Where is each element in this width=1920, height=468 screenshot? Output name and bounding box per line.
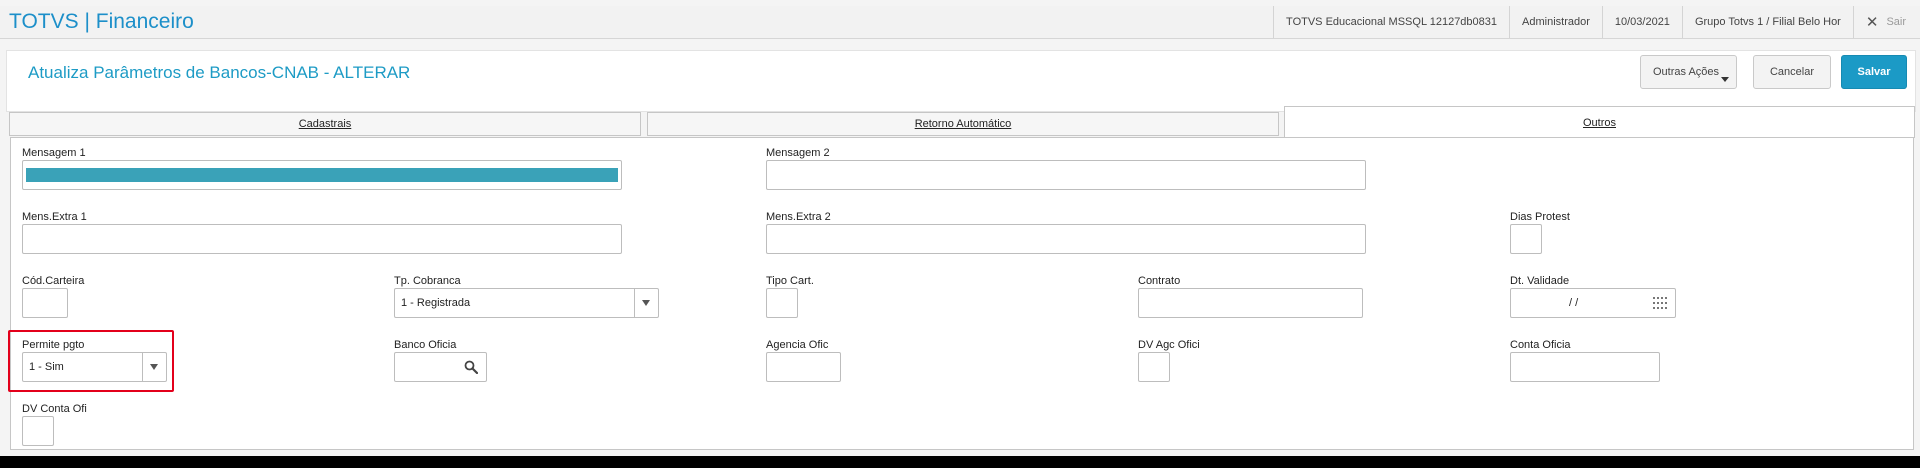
chevron-down-icon[interactable] xyxy=(634,289,658,317)
tp-cobranca-value: 1 - Registrada xyxy=(401,297,471,309)
search-icon[interactable] xyxy=(464,360,478,374)
highlight-box xyxy=(8,330,174,392)
banco-oficia-input[interactable] xyxy=(394,352,487,382)
dias-protest-input[interactable] xyxy=(1510,224,1542,254)
dv-conta-ofi-label: DV Conta Ofi xyxy=(22,403,87,415)
dv-agc-ofici-label: DV Agc Ofici xyxy=(1138,339,1200,351)
tp-cobranca-select[interactable]: 1 - Registrada xyxy=(394,288,659,318)
page-title: Atualiza Parâmetros de Bancos-CNAB - ALT… xyxy=(28,63,411,82)
tab-cadastrais[interactable]: Cadastrais xyxy=(9,112,641,136)
tab-retorno-automatico[interactable]: Retorno Automático xyxy=(647,112,1279,136)
mensagem2-label: Mensagem 2 xyxy=(766,147,830,159)
cod-carteira-label: Cód.Carteira xyxy=(22,275,85,287)
mensagem1-label: Mensagem 1 xyxy=(22,147,86,159)
dt-validade-label: Dt. Validade xyxy=(1510,275,1570,287)
mens-extra1-label: Mens.Extra 1 xyxy=(22,211,87,223)
conta-oficia-label: Conta Oficia xyxy=(1510,339,1571,351)
more-actions-label: Outras Ações xyxy=(1653,66,1720,78)
mens-extra1-input[interactable] xyxy=(22,224,622,254)
branch-label[interactable]: Grupo Totvs 1 / Filial Belo Hor xyxy=(1681,6,1853,38)
mensagem1-input[interactable] xyxy=(22,160,622,190)
dias-protest-label: Dias Protest xyxy=(1510,211,1570,223)
app-brand: TOTVS | Financeiro xyxy=(9,10,194,33)
environment-label: TOTVS Educacional MSSQL 12127db0831 xyxy=(1273,6,1509,38)
calendar-icon[interactable] xyxy=(1653,297,1667,309)
exit-button[interactable]: ✕ Sair xyxy=(1852,6,1920,38)
agencia-ofic-label: Agencia Ofic xyxy=(766,339,829,351)
date-label: 10/03/2021 xyxy=(1601,6,1682,38)
contrato-label: Contrato xyxy=(1138,275,1181,287)
text-selection xyxy=(26,168,618,182)
dt-validade-value: / / xyxy=(1569,297,1579,309)
user-label: Administrador xyxy=(1509,6,1602,38)
mensagem2-input[interactable] xyxy=(766,160,1366,190)
top-bar: TOTVS | Financeiro TOTVS Educacional MSS… xyxy=(0,6,1920,39)
session-info: TOTVS Educacional MSSQL 12127db0831 Admi… xyxy=(1273,6,1920,38)
banco-oficia-label: Banco Oficia xyxy=(394,339,457,351)
app-window: TOTVS | Financeiro TOTVS Educacional MSS… xyxy=(0,0,1920,456)
tipo-cart-input[interactable] xyxy=(766,288,798,318)
dt-validade-input[interactable]: / / xyxy=(1510,288,1676,318)
tp-cobranca-label: Tp. Cobranca xyxy=(394,275,461,287)
agencia-ofic-input[interactable] xyxy=(766,352,841,382)
caret-down-icon xyxy=(1721,77,1729,82)
conta-oficia-input[interactable] xyxy=(1510,352,1660,382)
more-actions-button[interactable]: Outras Ações xyxy=(1640,55,1737,89)
save-button[interactable]: Salvar xyxy=(1841,55,1907,89)
mens-extra2-label: Mens.Extra 2 xyxy=(766,211,831,223)
cancel-button[interactable]: Cancelar xyxy=(1753,55,1831,89)
close-icon: ✕ xyxy=(1865,14,1879,31)
dv-conta-ofi-input[interactable] xyxy=(22,416,54,446)
page-header: Atualiza Parâmetros de Bancos-CNAB - ALT… xyxy=(6,50,1916,112)
contrato-input[interactable] xyxy=(1138,288,1363,318)
tab-outros[interactable]: Outros xyxy=(1284,106,1915,138)
exit-label: Sair xyxy=(1886,16,1906,28)
tipo-cart-label: Tipo Cart. xyxy=(766,275,814,287)
mens-extra2-input[interactable] xyxy=(766,224,1366,254)
dv-agc-ofici-input[interactable] xyxy=(1138,352,1170,382)
cod-carteira-input[interactable] xyxy=(22,288,68,318)
